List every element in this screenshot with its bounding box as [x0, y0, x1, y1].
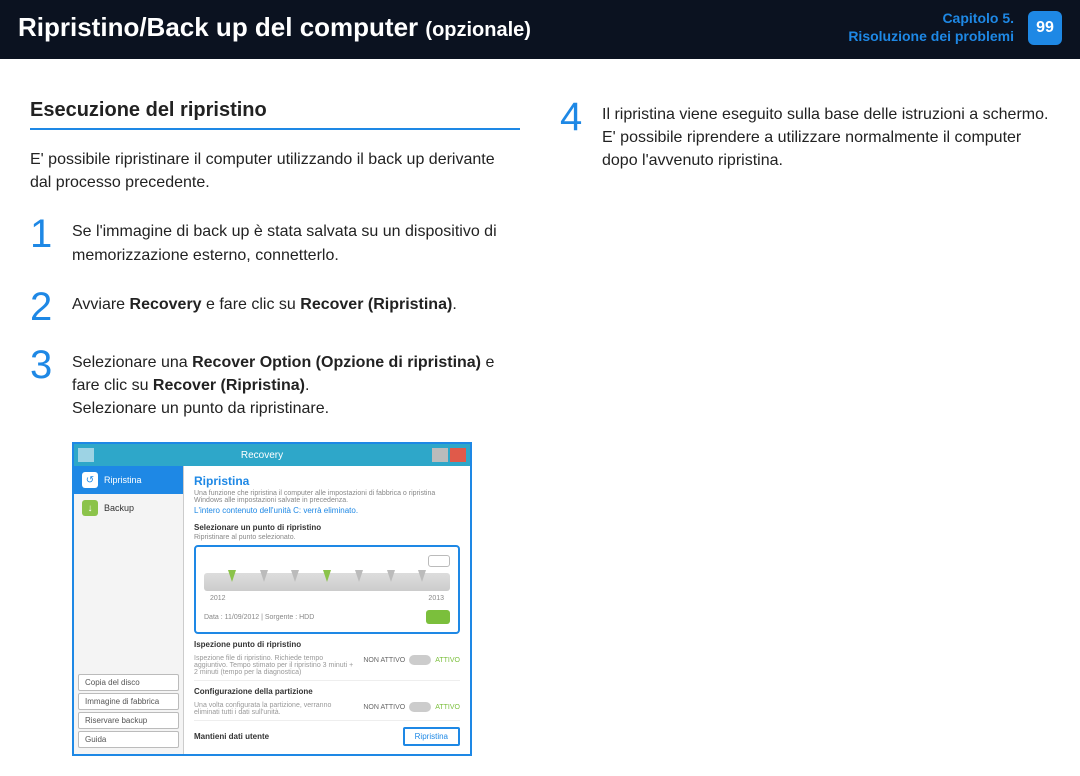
sidebar-link[interactable]: Riservare backup	[78, 712, 179, 729]
timeline-box: 2012 2013 Data : 11/09/2012 | Sorgente :…	[194, 545, 460, 634]
pane-desc: Una funzione che ripristina il computer …	[194, 490, 460, 504]
go-button[interactable]	[426, 610, 450, 624]
restore-point-pin[interactable]	[323, 570, 331, 582]
recovery-screenshot: Recovery ↺ Ripristina ↓ Backup	[72, 442, 472, 756]
timeline-info: Data : 11/09/2012 | Sorgente : HDD	[204, 614, 314, 621]
toggle-knob	[409, 702, 431, 712]
pane-warning: L'intero contenuto dell'unità C: verrà e…	[194, 506, 460, 515]
toggle-on-label: ATTIVO	[435, 657, 460, 664]
restore-icon: ↺	[82, 472, 98, 488]
toggle-off-label: NON ATTIVO	[363, 704, 405, 711]
content-pane: Ripristina Una funzione che ripristina i…	[184, 466, 470, 754]
text-fragment: .	[305, 377, 309, 394]
timeline-track[interactable]	[204, 573, 450, 591]
page-number-badge: 99	[1028, 11, 1062, 45]
sidebar: ↺ Ripristina ↓ Backup Copia del disco Im…	[74, 466, 184, 754]
year-label: 2012	[210, 595, 226, 602]
left-column: Esecuzione del ripristino E' possibile r…	[30, 99, 520, 756]
title-subtitle: (opzionale)	[425, 19, 531, 41]
title-main: Ripristino/Back up del computer	[18, 12, 418, 42]
step-number: 3	[30, 347, 58, 421]
page-header: Ripristino/Back up del computer (opziona…	[0, 0, 1080, 59]
pane-footer: Mantieni dati utente Ripristina	[194, 727, 460, 746]
section-partition: Configurazione della partizione	[194, 687, 460, 696]
bold-fragment: Recover (Ripristina)	[153, 377, 305, 394]
restore-point-pin[interactable]	[260, 570, 268, 582]
section-title: Esecuzione del ripristino	[30, 99, 520, 130]
sidebar-bottom: Copia del disco Immagine di fabbrica Ris…	[74, 668, 183, 754]
toggle-off-label: NON ATTIVO	[363, 657, 405, 664]
timeline-bottom: Data : 11/09/2012 | Sorgente : HDD	[204, 610, 450, 624]
toggle-row-partition: Una volta configurata la partizione, ver…	[194, 698, 460, 721]
restore-point-pin[interactable]	[387, 570, 395, 582]
toggle-inspect[interactable]: NON ATTIVO ATTIVO	[363, 655, 460, 665]
disk-icon[interactable]	[428, 555, 450, 567]
right-column: 4 Il ripristina viene eseguito sulla bas…	[560, 99, 1050, 756]
toggle-desc: Una volta configurata la partizione, ver…	[194, 702, 355, 716]
step-2: 2 Avviare Recovery e fare clic su Recove…	[30, 289, 520, 325]
header-right: Capitolo 5. Risoluzione dei problemi 99	[848, 10, 1062, 45]
content-columns: Esecuzione del ripristino E' possibile r…	[0, 59, 1080, 776]
bold-fragment: Recover (Ripristina)	[300, 296, 452, 313]
text-fragment: .	[452, 296, 456, 313]
step-body: Il ripristina viene eseguito sulla base …	[602, 99, 1050, 173]
restore-button[interactable]: Ripristina	[403, 727, 460, 746]
sidebar-top: ↺ Ripristina ↓ Backup	[74, 466, 183, 522]
section-inspect: Ispezione punto di ripristino	[194, 640, 460, 649]
close-icon[interactable]	[450, 448, 466, 462]
text-fragment: Selezionare un punto da ripristinare.	[72, 400, 329, 417]
toggle-row-inspect: Ispezione file di ripristino. Richiede t…	[194, 651, 460, 681]
text-fragment: E' possibile riprendere a utilizzare nor…	[602, 129, 1021, 169]
toggle-on-label: ATTIVO	[435, 704, 460, 711]
step-body: Selezionare una Recover Option (Opzione …	[72, 347, 520, 421]
chapter-line1: Capitolo 5.	[848, 10, 1014, 28]
step-1: 1 Se l'immagine di back up è stata salva…	[30, 216, 520, 266]
sidebar-link[interactable]: Immagine di fabbrica	[78, 693, 179, 710]
text-fragment: Il ripristina viene eseguito sulla base …	[602, 106, 1048, 123]
restore-point-pin[interactable]	[228, 570, 236, 582]
step-number: 1	[30, 216, 58, 266]
intro-text: E' possibile ripristinare il computer ut…	[30, 148, 520, 194]
step-body: Se l'immagine di back up è stata salvata…	[72, 216, 520, 266]
text-fragment: Selezionare una	[72, 354, 192, 371]
restore-point-pin[interactable]	[355, 570, 363, 582]
sidebar-item-label: Ripristina	[104, 475, 142, 485]
step-3: 3 Selezionare una Recover Option (Opzion…	[30, 347, 520, 421]
sidebar-link[interactable]: Copia del disco	[78, 674, 179, 691]
step-number: 4	[560, 99, 588, 173]
restore-point-pin[interactable]	[291, 570, 299, 582]
window-title: Recovery	[94, 450, 430, 461]
text-fragment: Avviare	[72, 296, 130, 313]
toggle-desc: Ispezione file di ripristino. Richiede t…	[194, 655, 355, 676]
backup-icon: ↓	[82, 500, 98, 516]
text-fragment: e fare clic su	[202, 296, 301, 313]
chapter-line2: Risoluzione dei problemi	[848, 28, 1014, 46]
window-body: ↺ Ripristina ↓ Backup Copia del disco Im…	[74, 466, 470, 754]
minimize-icon[interactable]	[432, 448, 448, 462]
window-titlebar: Recovery	[74, 444, 470, 466]
app-icon	[78, 448, 94, 462]
sidebar-item-restore[interactable]: ↺ Ripristina	[74, 466, 183, 494]
step-number: 2	[30, 289, 58, 325]
toggle-knob	[409, 655, 431, 665]
page-title: Ripristino/Back up del computer (opziona…	[18, 12, 531, 43]
bold-fragment: Recover Option (Opzione di ripristina)	[192, 354, 481, 371]
sidebar-link[interactable]: Guida	[78, 731, 179, 748]
step-4: 4 Il ripristina viene eseguito sulla bas…	[560, 99, 1050, 173]
sidebar-item-label: Backup	[104, 503, 134, 513]
bold-fragment: Recovery	[130, 296, 202, 313]
chapter-info: Capitolo 5. Risoluzione dei problemi	[848, 10, 1014, 45]
sidebar-item-backup[interactable]: ↓ Backup	[74, 494, 183, 522]
year-label: 2013	[428, 595, 444, 602]
section-sub: Ripristinare al punto selezionato.	[194, 534, 460, 541]
keep-data-label: Mantieni dati utente	[194, 732, 269, 741]
step-body: Avviare Recovery e fare clic su Recover …	[72, 289, 457, 325]
restore-point-pin[interactable]	[418, 570, 426, 582]
toggle-partition[interactable]: NON ATTIVO ATTIVO	[363, 702, 460, 712]
section-select-point: Selezionare un punto di ripristino	[194, 523, 460, 532]
pane-title: Ripristina	[194, 474, 460, 488]
timeline-years: 2012 2013	[204, 595, 450, 602]
